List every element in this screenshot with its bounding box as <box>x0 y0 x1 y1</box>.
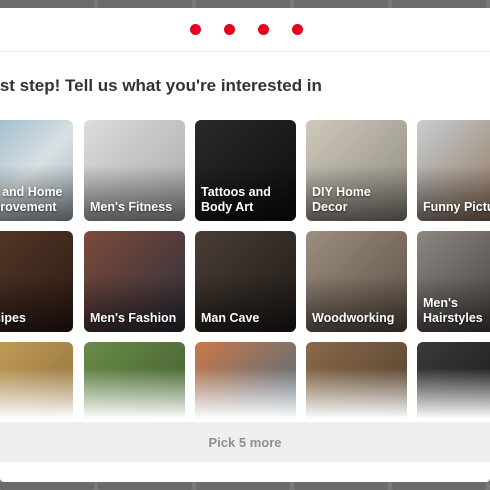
topic-tile-mens-hairstyles[interactable]: Men's Hairstyles <box>417 231 490 332</box>
topic-label: Woodworking <box>312 311 395 325</box>
topic-label: Men's Hairstyles <box>423 296 483 325</box>
topic-tile-diy-home-improvement[interactable]: DIY and Home Improvement <box>0 120 73 221</box>
grid-fade-overlay <box>0 368 490 428</box>
topic-tile-woodworking[interactable]: Woodworking <box>306 231 407 332</box>
topic-tile-recipes[interactable]: Recipes <box>0 231 73 332</box>
topic-tile-tattoos-body-art[interactable]: Tattoos and Body Art <box>195 120 296 221</box>
pick-more-button[interactable]: Pick 5 more <box>0 422 490 462</box>
topic-label: DIY and Home Improvement <box>0 185 63 214</box>
topic-tile-mens-fitness[interactable]: Men's Fitness <box>84 120 185 221</box>
step-dot-4 <box>292 24 303 35</box>
background-feed-bottom <box>0 482 490 490</box>
topic-label: Man Cave <box>201 311 260 325</box>
topic-tile-mens-fashion[interactable]: Men's Fashion <box>84 231 185 332</box>
topic-tile-funny-pictures[interactable]: Funny Pictures <box>417 120 490 221</box>
topic-label: Recipes <box>0 311 26 325</box>
topic-label: Men's Fashion <box>90 311 177 325</box>
step-dot-2 <box>224 24 235 35</box>
step-progress-dots <box>0 24 490 38</box>
interest-picker-modal: Last step! Tell us what you're intereste… <box>0 8 490 482</box>
step-dot-3 <box>258 24 269 35</box>
topic-label: Tattoos and Body Art <box>201 185 271 214</box>
topic-tile-man-cave[interactable]: Man Cave <box>195 231 296 332</box>
step-dot-1 <box>190 24 201 35</box>
topic-label: Men's Fitness <box>90 200 173 214</box>
topic-tile-diy-home-decor[interactable]: DIY Home Decor <box>306 120 407 221</box>
header-divider <box>0 51 490 52</box>
topic-label: DIY Home Decor <box>312 185 371 214</box>
page-title: Last step! Tell us what you're intereste… <box>0 76 322 95</box>
topic-label: Funny Pictures <box>423 200 490 214</box>
